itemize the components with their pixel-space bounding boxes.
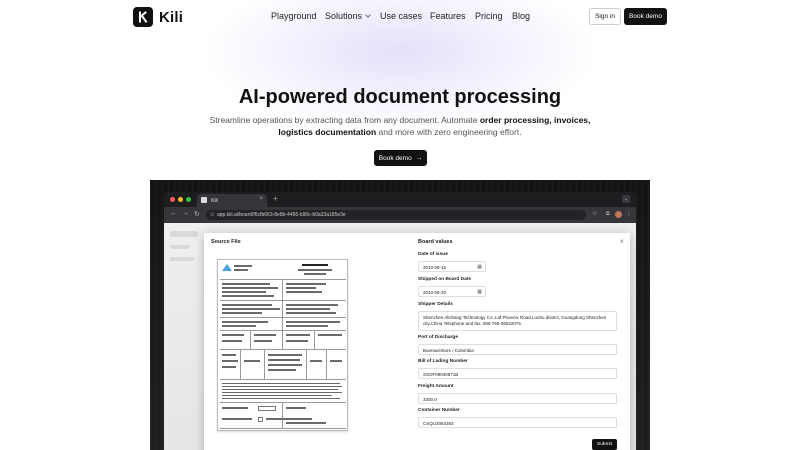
container-number-input[interactable]: CSQU3054383 — [418, 417, 617, 428]
browser-toolbar: ← → ↻ ⊙ app.kili.ai/board/f6cfb663-8e8b-… — [164, 207, 636, 223]
shipped-on-board-date-value: 2010-08-20 — [423, 290, 447, 295]
bill-of-lading-number-input[interactable]: SSOF09040671B — [418, 368, 617, 379]
tab-title: Kili — [211, 197, 218, 204]
brand-name: Kili — [159, 8, 184, 26]
field-label-port-of-discharge: Port of Discharge — [418, 335, 458, 340]
calendar-icon[interactable]: ▦ — [477, 264, 482, 270]
hero-title: AI-powered document processing — [238, 86, 562, 108]
field-label-shipper-details: Shipper Details — [418, 302, 453, 307]
date-of-issue-input[interactable]: 2010-08-15 ▦ — [418, 261, 486, 272]
nav-link-solutions-label: Solutions — [325, 11, 363, 21]
nav-link-solutions[interactable]: Solutions — [325, 11, 371, 21]
source-file-title: Source File — [211, 239, 241, 245]
window-minimize-dot[interactable] — [178, 197, 183, 202]
field-label-container-number: Container Number — [418, 408, 460, 413]
nav-link-use-cases[interactable]: Use cases — [380, 11, 422, 21]
address-bar[interactable]: ⊙ app.kili.ai/board/f6cfb663-8e8b-4466-b… — [206, 210, 586, 220]
board-values-title: Board values — [418, 239, 453, 245]
field-label-freight-amount: Freight Amount — [418, 384, 454, 389]
site-info-icon[interactable]: ⊙ — [210, 212, 214, 218]
calendar-icon[interactable]: ▦ — [477, 289, 482, 295]
top-nav: Kili Playground Solutions Use cases Feat… — [0, 0, 800, 34]
field-label-date-of-issue: Date of issue — [418, 252, 448, 257]
nav-link-playground[interactable]: Playground — [271, 11, 317, 21]
more-menu-icon[interactable]: ⋮ — [626, 210, 632, 217]
kili-logo-icon — [133, 7, 153, 27]
hero-subtitle: Streamline operations by extracting data… — [200, 114, 600, 138]
app-placeholder — [170, 231, 198, 237]
browser-tabbar: Kili × + ⌄ — [164, 192, 636, 207]
close-icon[interactable]: × — [619, 237, 624, 246]
browser-tab[interactable]: Kili × — [197, 194, 267, 207]
port-of-discharge-input[interactable]: Buenaventure / Colombia — [418, 344, 617, 355]
hero-book-demo-button[interactable]: Book demo → — [374, 150, 427, 166]
signin-button[interactable]: Sign in — [589, 8, 621, 25]
new-tab-icon[interactable]: + — [273, 194, 278, 203]
brand-logo[interactable]: Kili — [133, 7, 183, 27]
nav-link-features[interactable]: Features — [430, 11, 466, 21]
hero-sub-text-2: and more with zero engineering effort. — [376, 127, 522, 137]
app-placeholder — [170, 257, 194, 261]
shipped-on-board-date-input[interactable]: 2010-08-20 ▦ — [418, 286, 486, 297]
hero-sub-bold-2: logistics documentation — [278, 127, 377, 137]
arrow-right-icon: → — [415, 154, 423, 162]
shipper-details-textarea[interactable]: Shenzhen Alishang Technology Co.,Ltd Pho… — [418, 311, 617, 331]
field-label-shipped-on-board-date: Shipped on Board Date — [418, 277, 472, 282]
hero-cta-label: Book demo — [378, 154, 412, 162]
freight-amount-input[interactable]: 3300.0 — [418, 393, 617, 404]
forward-icon[interactable]: → — [182, 210, 189, 217]
chevron-down-icon — [365, 12, 371, 18]
hero-sub-text-1: Streamline operations by extracting data… — [209, 115, 480, 125]
extensions-icon[interactable]: ⧉ — [606, 211, 610, 217]
nav-link-blog[interactable]: Blog — [512, 11, 530, 21]
window-close-dot[interactable] — [170, 197, 175, 202]
app-placeholder — [170, 245, 190, 249]
tab-close-icon[interactable]: × — [259, 196, 263, 202]
nav-link-pricing[interactable]: Pricing — [475, 11, 503, 21]
profile-avatar[interactable] — [615, 211, 622, 218]
back-icon[interactable]: ← — [170, 210, 177, 217]
address-bar-url: app.kili.ai/board/f6cfb663-8e8b-4466-b90… — [217, 212, 346, 218]
source-document-preview[interactable] — [217, 259, 348, 431]
product-demo-stage: Kili × + ⌄ ← → ↻ ⊙ app.kili.ai/board/f6c… — [150, 180, 650, 450]
browser-window: Kili × + ⌄ ← → ↻ ⊙ app.kili.ai/board/f6c… — [164, 192, 636, 450]
submit-button[interactable]: Submit — [592, 439, 617, 450]
reload-icon[interactable]: ↻ — [194, 210, 200, 218]
date-of-issue-value: 2010-08-15 — [423, 265, 447, 270]
book-demo-button[interactable]: Book demo — [624, 8, 667, 25]
window-maximize-dot[interactable] — [186, 197, 191, 202]
tab-search-icon[interactable]: ⌄ — [622, 195, 630, 203]
page-viewport: × Source File Board values Date of issue… — [164, 223, 636, 450]
company-logo-icon — [222, 264, 232, 271]
kili-favicon-icon — [201, 197, 207, 203]
document-review-modal: × Source File Board values Date of issue… — [204, 233, 630, 450]
field-label-bill-of-lading-number: Bill of Lading Number — [418, 359, 468, 364]
bookmark-icon[interactable]: ☆ — [592, 210, 597, 217]
hero-sub-bold-1: order processing, invoices, — [479, 115, 591, 125]
